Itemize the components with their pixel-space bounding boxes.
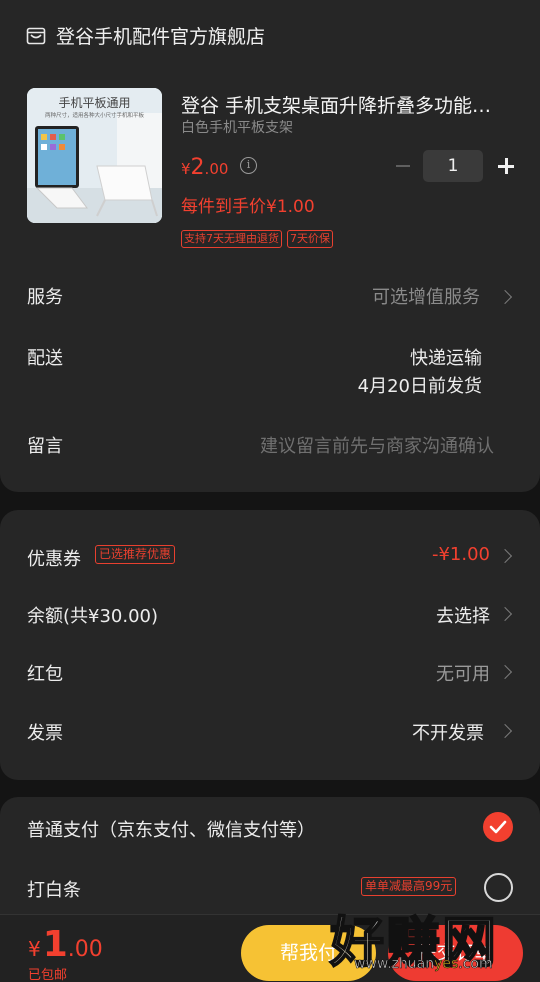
coupon-label: 优惠券: [27, 549, 81, 570]
product-price: ¥ 2 .00: [181, 155, 228, 180]
quantity-stepper: 1: [393, 150, 521, 182]
balance-label: 余额(共¥30.00): [27, 606, 159, 627]
balance-value[interactable]: 去选择: [436, 602, 490, 628]
message-input[interactable]: 建议留言前先与商家沟通确认: [260, 432, 494, 458]
product-image[interactable]: 手机平板通用 两种尺寸，适用各种大小尺寸手机和平板: [27, 88, 162, 223]
info-icon[interactable]: i: [240, 157, 257, 174]
total-decimal: .00: [67, 937, 103, 962]
unit-price-text: 每件到手价¥1.00: [181, 197, 315, 217]
baitiao-radio[interactable]: [484, 873, 513, 902]
delivery-label: 配送: [27, 348, 63, 369]
service-value[interactable]: 可选增值服务: [372, 283, 480, 309]
price-integer: 2: [190, 155, 205, 180]
delivery-date: 4月20日前发货: [357, 376, 482, 397]
store-icon: [26, 27, 46, 44]
price-decimal: .00: [204, 160, 229, 178]
increase-quantity-button[interactable]: [491, 151, 521, 181]
product-spec[interactable]: 白色手机平板支架: [181, 117, 293, 137]
service-label: 服务: [27, 287, 63, 308]
total-price: ¥ 1 .00: [28, 924, 103, 965]
redpacket-value[interactable]: 无可用: [436, 660, 490, 686]
store-name[interactable]: 登谷手机配件官方旗舰店: [56, 22, 265, 49]
total-symbol: ¥: [28, 937, 41, 961]
product-image-subcaption: 两种尺寸，适用各种大小尺寸手机和平板: [44, 113, 144, 119]
tag-return-policy: 支持7天无理由退货: [181, 230, 282, 248]
product-tags: 支持7天无理由退货 7天价保: [181, 230, 333, 248]
coupon-badge: 已选推荐优惠: [95, 545, 176, 564]
product-title[interactable]: 登谷 手机支架桌面升降折叠多功能…: [181, 91, 511, 118]
total-integer: 1: [42, 924, 68, 965]
submit-order-button[interactable]: 提交订单: [388, 925, 523, 981]
normal-pay-checked-icon[interactable]: [483, 812, 513, 842]
store-header[interactable]: 登谷手机配件官方旗舰店: [26, 22, 265, 49]
invoice-value[interactable]: 不开发票: [412, 719, 484, 745]
checkmark-icon: [489, 820, 507, 834]
message-label: 留言: [27, 436, 63, 457]
decrease-quantity-button[interactable]: [393, 151, 415, 181]
redpacket-label: 红包: [27, 664, 63, 685]
product-image-caption: 手机平板通用: [58, 96, 131, 110]
free-shipping-label: 已包邮: [28, 968, 68, 982]
help-pay-button[interactable]: 帮我付: [241, 925, 376, 981]
delivery-method[interactable]: 快递运输: [410, 344, 482, 370]
tag-price-protection: 7天价保: [287, 230, 333, 248]
coupon-value[interactable]: -¥1.00: [432, 544, 490, 565]
baitiao-promo-tag: 单单减最高99元: [361, 877, 457, 896]
quantity-field[interactable]: 1: [423, 150, 483, 182]
price-symbol: ¥: [181, 160, 191, 178]
invoice-label: 发票: [27, 723, 63, 744]
normal-pay-label[interactable]: 普通支付（京东支付、微信支付等）: [27, 816, 315, 842]
baitiao-label[interactable]: 打白条: [27, 876, 81, 902]
